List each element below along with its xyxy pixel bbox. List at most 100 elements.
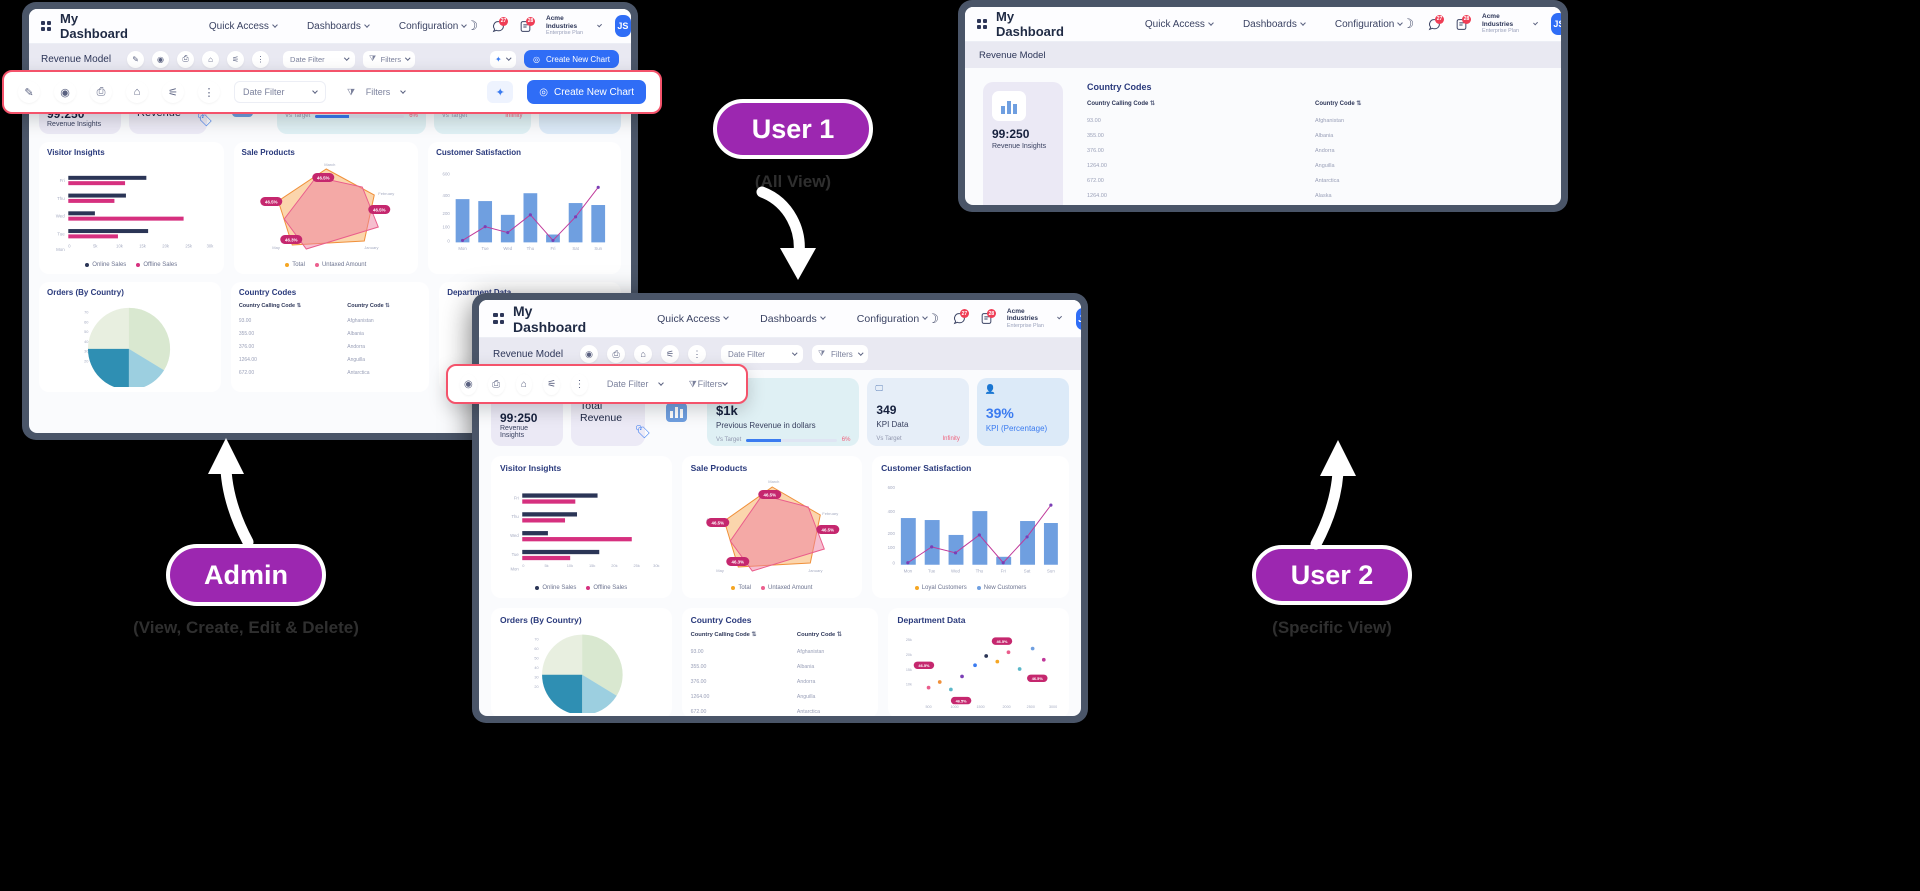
edit-icon[interactable]: ✎ — [18, 81, 40, 103]
bookmark-icon[interactable]: ⎙ — [177, 50, 195, 68]
sort-icon[interactable]: ⇅ — [1150, 101, 1155, 107]
date-filter-select[interactable]: Date Filter — [721, 345, 804, 363]
chevron-down-icon[interactable] — [596, 21, 602, 28]
chart-orders-by-country[interactable]: Orders (By Country) 70 60 50 40 30 20 — [491, 608, 672, 716]
kpi-card-kpi-data[interactable]: 🖵 349 KPI Data Vs Target Infinity — [867, 378, 969, 446]
filters-select[interactable]: ⧩ Filters — [681, 373, 735, 395]
chart-country-codes[interactable]: Country Codes Country Calling Code ⇅ Cou… — [681, 608, 879, 716]
org-switcher[interactable]: Acme Industries Enterprise Plan — [1007, 308, 1045, 329]
chart-sale-products[interactable]: Sale Products MarchFebruary JanuaryMayAp… — [681, 456, 863, 598]
table-row[interactable]: 93.00 Afghanistan — [691, 644, 870, 659]
brand[interactable]: My Dashboard — [977, 9, 1065, 39]
chart-customer-satisfaction[interactable]: Customer Satisfaction 600 400 200 100 0 — [872, 456, 1069, 598]
filters-select[interactable]: ⧩ Filters — [812, 345, 869, 363]
nav-quick-access[interactable]: Quick Access — [209, 21, 278, 32]
chart-department-data[interactable]: Department Data 25k 20k 15k 10k 46.5% 46… — [888, 608, 1069, 716]
notifications-chat-icon[interactable]: 27 — [953, 309, 969, 325]
brand[interactable]: My Dashboard — [493, 303, 587, 335]
more-vertical-icon[interactable]: ⋮ — [688, 345, 707, 363]
table-row[interactable]: 672.00 Antarctica — [691, 704, 870, 716]
sort-icon[interactable]: ⇅ — [751, 632, 756, 638]
nav-configuration[interactable]: Configuration — [399, 21, 468, 32]
lock-icon[interactable]: ⌂ — [634, 345, 653, 363]
bookmark-icon[interactable]: ⎙ — [607, 345, 626, 363]
lock-icon[interactable]: ⌂ — [126, 81, 148, 103]
play-icon[interactable]: ◉ — [54, 81, 76, 103]
sliders-icon[interactable]: ⚟ — [162, 81, 184, 103]
theme-toggle-moon-icon[interactable]: ☽ — [466, 18, 478, 34]
theme-toggle-moon-icon[interactable]: ☽ — [1402, 16, 1414, 32]
filters-select[interactable]: ⧩ Filters — [340, 81, 412, 103]
lock-icon[interactable]: ⌂ — [202, 50, 220, 68]
lock-icon[interactable]: ⌂ — [515, 373, 533, 395]
create-new-chart-button[interactable]: ◎ Create New Chart — [523, 50, 619, 68]
sort-icon[interactable]: ⇅ — [297, 303, 302, 309]
tasks-notes-icon[interactable]: 28 — [1455, 14, 1471, 31]
avatar[interactable]: JS — [1075, 307, 1081, 330]
kpi-card-revenue-insights[interactable]: 99:250 Revenue Insights — [983, 82, 1063, 205]
date-filter-select[interactable]: Date Filter — [234, 81, 326, 103]
table-row[interactable]: 376.00 Andorra — [691, 674, 870, 689]
notifications-chat-icon[interactable]: 27 — [492, 16, 508, 33]
more-vertical-icon[interactable]: ⋮ — [571, 373, 588, 395]
chart-sale-products[interactable]: Sale Products MarchFebruary JanuaryMayAp… — [233, 142, 419, 274]
chart-country-codes-admin[interactable]: Country Codes Country Calling Code ⇅ Cou… — [230, 282, 430, 392]
chevron-down-icon[interactable] — [1057, 314, 1063, 320]
filters-select[interactable]: ⧩ Filters — [363, 50, 416, 68]
bookmark-icon[interactable]: ⎙ — [487, 373, 505, 395]
table-row[interactable]: 1264.00 Anguilla — [239, 353, 421, 366]
table-row[interactable]: 376.00 Andorra — [1087, 143, 1543, 158]
table-row[interactable]: 355.00 Albania — [239, 327, 421, 340]
tasks-notes-icon[interactable]: 28 — [980, 309, 996, 325]
table-row[interactable]: 355.00 Albania — [1087, 128, 1543, 143]
bookmark-icon[interactable]: ⎙ — [90, 81, 112, 103]
table-row[interactable]: 93.00 Afghanistan — [1087, 113, 1543, 128]
table-row[interactable]: 1264.00 Alaska — [1087, 188, 1543, 203]
nav-quick-access[interactable]: Quick Access — [1145, 19, 1214, 30]
org-switcher[interactable]: Acme Industries Enterprise Plan — [1482, 13, 1520, 34]
sort-icon[interactable]: ⇅ — [837, 632, 842, 638]
play-icon[interactable]: ◉ — [580, 345, 599, 363]
avatar[interactable]: JS — [1550, 13, 1561, 35]
table-row[interactable]: 93.00 Afghanistan — [239, 314, 421, 327]
table-row[interactable]: 672.00 Antarctica — [1087, 173, 1543, 188]
nav-dashboards[interactable]: Dashboards — [1243, 19, 1306, 30]
nav-dashboards[interactable]: Dashboards — [760, 313, 826, 325]
table-row[interactable]: 355.00 Albania — [691, 659, 870, 674]
avatar[interactable]: JS — [614, 15, 631, 37]
brand[interactable]: My Dashboard — [41, 11, 129, 41]
table-row[interactable]: 1264.00 Anguilla — [691, 689, 870, 704]
date-filter-select[interactable]: Date Filter — [598, 373, 671, 395]
play-icon[interactable]: ◉ — [460, 373, 477, 395]
more-vertical-icon[interactable]: ⋮ — [198, 81, 220, 103]
sort-icon[interactable]: ⇅ — [385, 303, 390, 309]
play-icon[interactable]: ◉ — [152, 50, 170, 68]
notifications-chat-icon[interactable]: 27 — [1428, 14, 1444, 31]
ai-sparkle-icon[interactable]: ✦ — [489, 50, 516, 68]
table-row[interactable]: 376.00 Andorra — [239, 340, 421, 353]
org-switcher[interactable]: Acme Industries Enterprise Plan — [546, 15, 584, 36]
tasks-notes-icon[interactable]: 28 — [519, 16, 535, 33]
nav-configuration[interactable]: Configuration — [1335, 19, 1404, 30]
col-country-calling-code[interactable]: Country Calling Code ⇅ — [1087, 100, 1315, 113]
kpi-card-kpi-percentage[interactable]: 👤 39% KPI (Percentage) — [976, 378, 1069, 446]
nav-configuration[interactable]: Configuration — [857, 313, 929, 325]
chart-visitor-insights[interactable]: Visitor Insights Fri Thu Wed Tue Mon 0 5… — [491, 456, 672, 598]
create-new-chart-button[interactable]: ◎ Create New Chart — [527, 80, 646, 104]
chevron-down-icon[interactable] — [1532, 19, 1538, 26]
col-country-code[interactable]: Country Code ⇅ — [797, 632, 870, 644]
table-row[interactable]: 1264.00 Anguilla — [1087, 158, 1543, 173]
more-vertical-icon[interactable]: ⋮ — [252, 50, 270, 68]
chart-visitor-insights[interactable]: Visitor Insights Fri Thu Wed Tue Mon 0 5… — [39, 142, 224, 274]
edit-icon[interactable]: ✎ — [127, 50, 145, 68]
table-row[interactable]: 672.00 Antarctica — [239, 366, 421, 379]
col-country-code[interactable]: Country Code ⇅ — [347, 303, 421, 314]
sort-icon[interactable]: ⇅ — [1356, 101, 1361, 107]
sliders-icon[interactable]: ⚟ — [543, 373, 561, 395]
nav-dashboards[interactable]: Dashboards — [307, 21, 370, 32]
sliders-icon[interactable]: ⚟ — [227, 50, 245, 68]
chart-orders-by-country[interactable]: Orders (By Country) 70 60 50 40 30 20 — [39, 282, 221, 392]
sliders-icon[interactable]: ⚟ — [661, 345, 680, 363]
date-filter-select[interactable]: Date Filter — [283, 50, 356, 68]
ai-sparkle-icon[interactable]: ✦ — [487, 81, 514, 103]
